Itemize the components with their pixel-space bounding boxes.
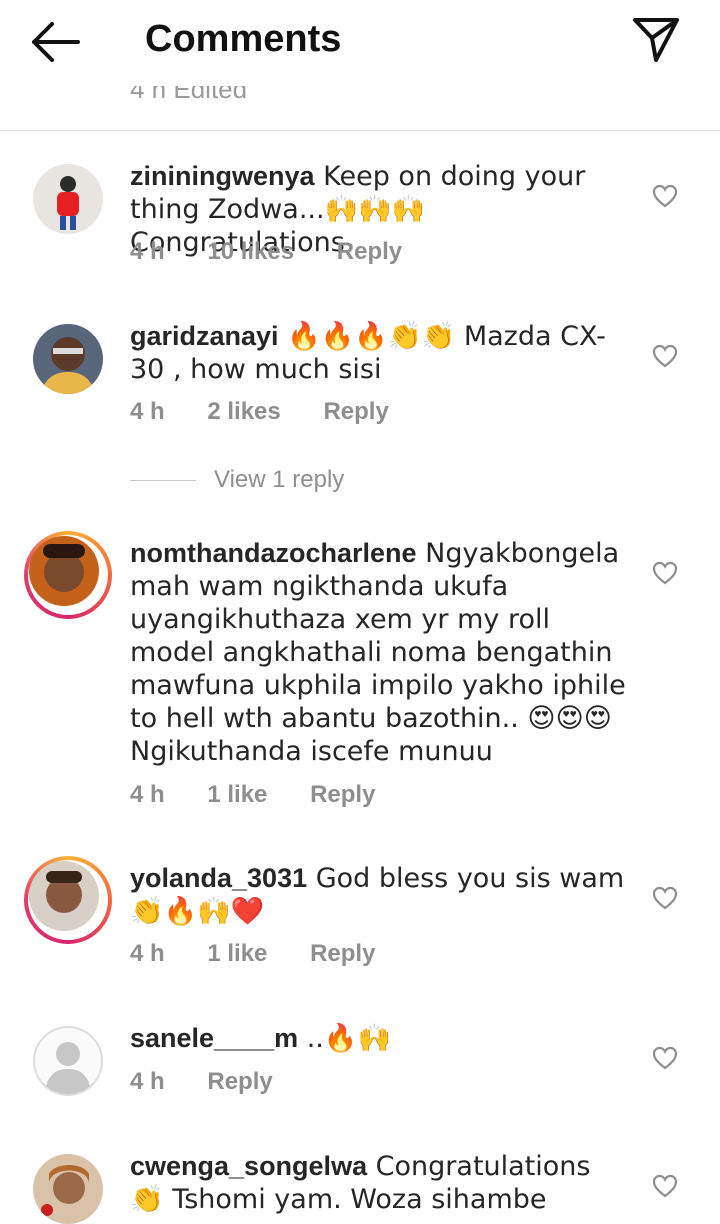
paper-plane-icon (633, 18, 679, 62)
heart-outline-icon[interactable] (652, 1174, 678, 1198)
comment-time: 4 h (130, 398, 165, 425)
avatar[interactable] (33, 164, 103, 234)
reply-button[interactable]: Reply (207, 1068, 272, 1095)
page-title: Comments (145, 18, 342, 60)
heart-outline-icon[interactable] (652, 1046, 678, 1070)
comment-username[interactable]: yolanda_3031 (130, 863, 307, 893)
reply-button[interactable]: Reply (310, 940, 375, 967)
heart-outline-icon[interactable] (652, 344, 678, 368)
comment-time: 4 h (130, 238, 165, 265)
comment-text: yolanda_3031 God bless you sis wam 👏🔥🙌❤️ (130, 862, 630, 928)
avatar-story-ring[interactable] (24, 856, 112, 944)
comment-likes[interactable]: 10 likes (207, 238, 294, 265)
comment-text: nomthandazocharlene Ngyakbongela mah wam… (130, 537, 630, 768)
reply-button[interactable]: Reply (310, 781, 375, 808)
comment-likes[interactable]: 1 like (207, 781, 267, 808)
comment-username[interactable]: zininingwenya (130, 161, 315, 191)
heart-outline-icon[interactable] (652, 886, 678, 910)
comment-username[interactable]: nomthandazocharlene (130, 538, 417, 568)
arrow-left-icon (32, 22, 80, 62)
header-bar: 4 h Edited Comments (0, 0, 720, 131)
comment-text: cwenga_songelwa Congratulations 👏 Tshomi… (130, 1150, 630, 1216)
comment-username[interactable]: sanele____m (130, 1023, 298, 1053)
heart-outline-icon[interactable] (652, 184, 678, 208)
avatar-placeholder[interactable] (33, 1026, 103, 1096)
comment-body: Ngyakbongela mah wam ngikthanda ukufa uy… (130, 538, 626, 767)
avatar-story-ring[interactable] (24, 531, 112, 619)
view-replies-label: View 1 reply (214, 466, 345, 493)
comment-meta: 4 h Reply (130, 1068, 309, 1096)
share-button[interactable] (630, 14, 682, 66)
comment-meta: 4 h 2 likes Reply (130, 398, 425, 426)
comment-meta: 4 h 10 likes Reply (130, 238, 438, 266)
comment-likes[interactable]: 1 like (207, 940, 267, 967)
heart-outline-icon[interactable] (652, 561, 678, 585)
comment-username[interactable]: garidzanayi (130, 321, 279, 351)
back-button[interactable] (30, 20, 82, 64)
comment-meta: 4 h 1 like Reply (130, 940, 411, 968)
comment-text: sanele____m ..🔥🙌 (130, 1022, 630, 1055)
comment-text: garidzanayi 🔥🔥🔥👏👏 Mazda CX-30 , how much… (130, 320, 630, 386)
comment-meta: 4 h 1 like Reply (130, 781, 411, 809)
view-replies-divider (130, 480, 196, 482)
avatar[interactable] (33, 324, 103, 394)
reply-button[interactable]: Reply (323, 398, 388, 425)
comment-username[interactable]: cwenga_songelwa (130, 1151, 367, 1181)
reply-button[interactable]: Reply (337, 238, 402, 265)
comment-time: 4 h (130, 940, 165, 967)
comment-time: 4 h (130, 1068, 165, 1095)
view-replies-button[interactable]: View 1 reply (130, 466, 344, 496)
comment-likes[interactable]: 2 likes (207, 398, 280, 425)
comment-time: 4 h (130, 781, 165, 808)
avatar[interactable] (33, 1154, 103, 1224)
default-avatar-icon (33, 1026, 103, 1096)
comment-body: ..🔥🙌 (298, 1023, 392, 1054)
